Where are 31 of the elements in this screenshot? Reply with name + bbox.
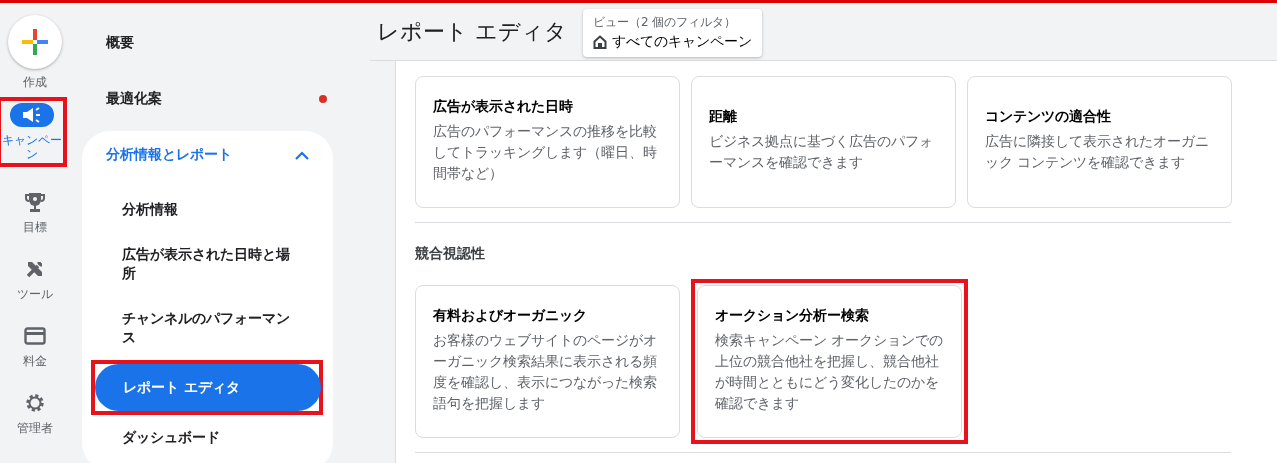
settings-icon: [24, 392, 46, 414]
nav-subitem[interactable]: 分析情報: [82, 187, 333, 232]
plus-icon: [22, 29, 48, 55]
nav-group-header[interactable]: 分析情報とレポート: [106, 146, 232, 164]
report-card[interactable]: コンテンツの適合性 広告に隣接して表示されたオーガニック コンテンツを確認できます: [967, 76, 1232, 208]
rail-item[interactable]: ツール: [3, 257, 67, 301]
trophy-icon: [25, 191, 45, 213]
report-card[interactable]: オークション分析ー検索 検索キャンペーン オークションでの上位の競合他社を把握し、競合他社が時間とともにどう変化したのかを確認できます: [697, 285, 962, 438]
report-card[interactable]: 広告が表示された日時 広告のパフォーマンスの推移を比較してトラッキングします（曜日、時間帯など）: [415, 76, 680, 208]
nav-subitem[interactable]: ダッシュボード: [82, 415, 333, 460]
report-card[interactable]: 距離 ビジネス拠点に基づく広告のパフォーマンスを確認できます: [691, 76, 956, 208]
tools-icon: [25, 259, 45, 279]
rail-item[interactable]: 管理者: [3, 391, 67, 435]
nav-subitem[interactable]: レポート エディタ: [95, 364, 321, 411]
chevron-up-icon[interactable]: [295, 150, 309, 160]
create-label: 作成: [22, 75, 48, 89]
page-title: レポート エディタ: [377, 17, 567, 46]
section-title: 競合視認性: [415, 245, 486, 263]
nav-subitem[interactable]: 広告が表示された日時と場所: [82, 232, 333, 296]
report-card[interactable]: 有料およびオーガニック お客様のウェブサイトのページがオーガニック検索結果に表示される頻度を確認し、表示につながった検索語句を把握します: [415, 285, 680, 438]
nav-item[interactable]: 最適化案: [106, 90, 162, 108]
rail-item[interactable]: キャンペーン: [0, 103, 64, 161]
nav-item[interactable]: 概要: [106, 34, 134, 52]
view-selector[interactable]: ビュー（2 個のフィルタ） すべてのキャンペーン: [583, 8, 762, 57]
credit-card-icon: [24, 327, 46, 345]
home-icon: [593, 34, 607, 49]
megaphone-icon: [22, 107, 42, 123]
create-button[interactable]: [8, 15, 62, 69]
nav-subitem[interactable]: チャンネルのパフォーマンス: [82, 296, 333, 360]
rail-item[interactable]: 料金: [3, 324, 67, 368]
rail-item[interactable]: 目標: [3, 190, 67, 234]
